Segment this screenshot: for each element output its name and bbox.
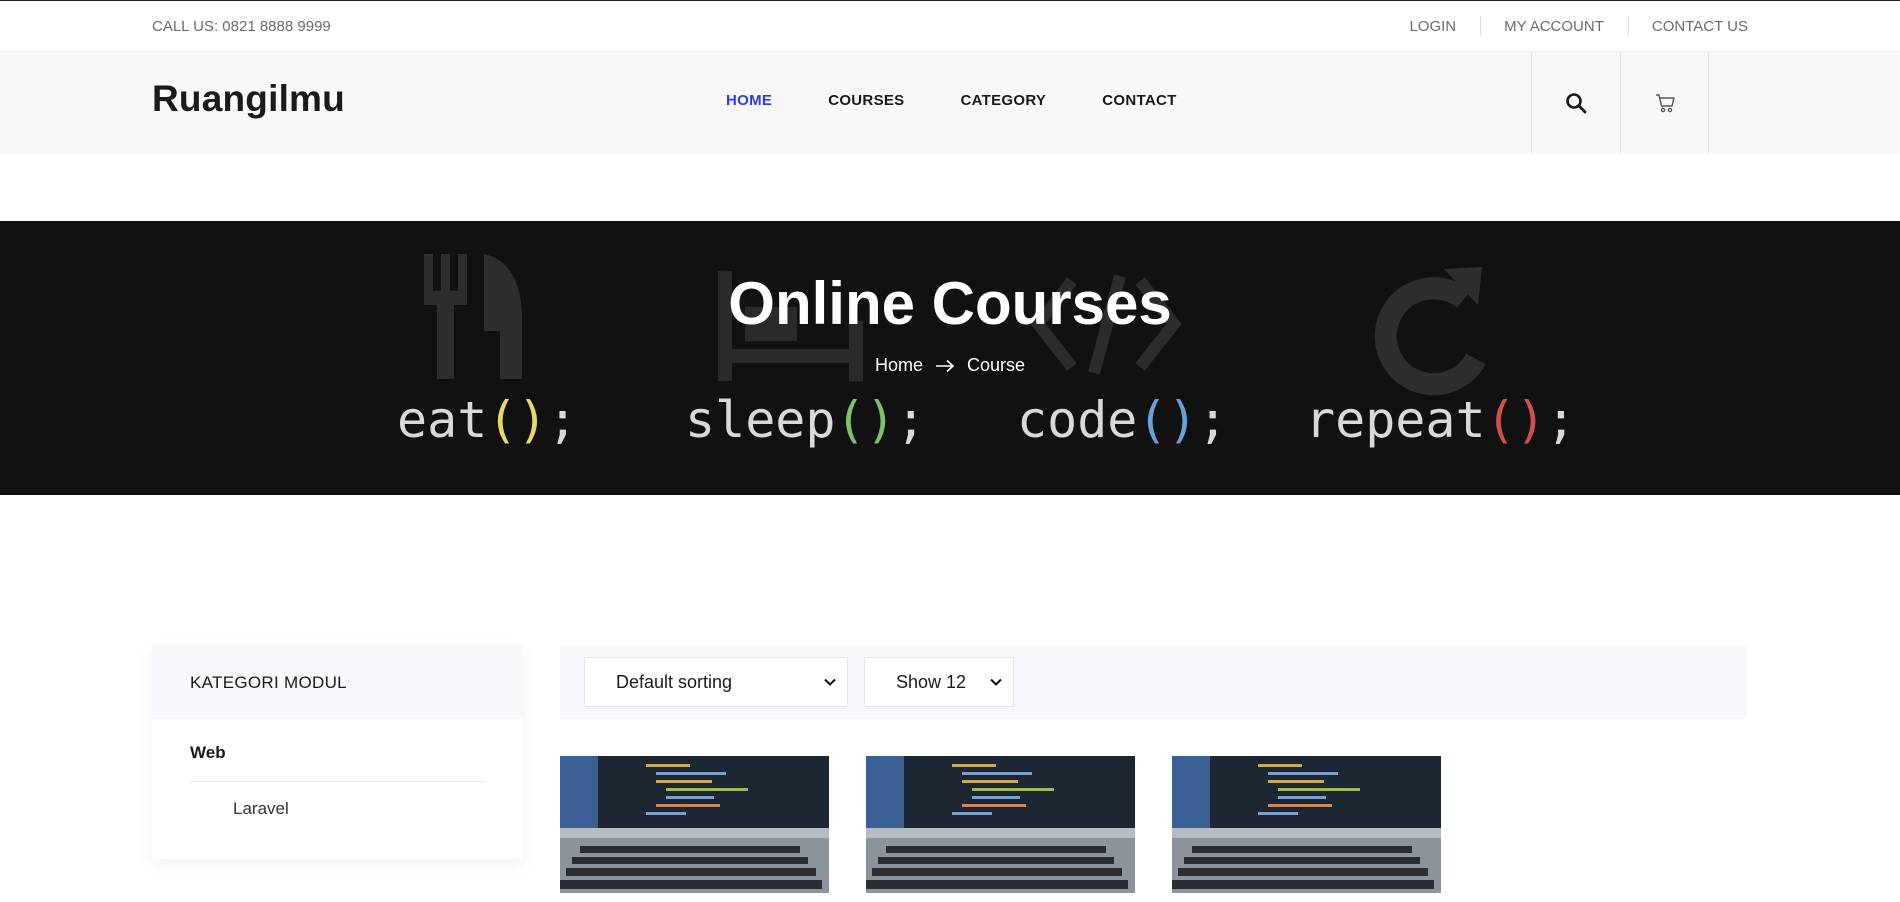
arrow-right-icon bbox=[935, 359, 955, 373]
my-account-link[interactable]: MY ACCOUNT bbox=[1480, 16, 1628, 36]
laptop-code-image bbox=[560, 756, 829, 893]
sort-select[interactable]: Default sorting bbox=[584, 657, 848, 707]
chevron-down-icon bbox=[990, 678, 1002, 686]
hero-bg-text-eat: eat(); bbox=[397, 391, 578, 449]
chevron-down-icon bbox=[824, 678, 836, 686]
hero-banner: eat(); sleep(); code(); repeat(); Online… bbox=[0, 221, 1900, 495]
course-thumbnail[interactable] bbox=[866, 756, 1135, 893]
course-toolbar: Default sorting Show 12 bbox=[560, 645, 1747, 719]
contact-us-link[interactable]: CONTACT US bbox=[1627, 16, 1748, 36]
subcategory-laravel[interactable]: Laravel bbox=[233, 799, 289, 819]
phone-number: CALL US: 0821 8888 9999 bbox=[152, 18, 331, 35]
cart-icon bbox=[1655, 94, 1675, 113]
sort-select-value: Default sorting bbox=[616, 671, 733, 692]
show-count-select[interactable]: Show 12 bbox=[864, 657, 1014, 707]
main-nav: HOME COURSES CATEGORY CONTACT bbox=[726, 92, 1233, 109]
cart-button[interactable] bbox=[1620, 52, 1709, 154]
top-links: LOGIN MY ACCOUNT CONTACT US bbox=[1385, 16, 1748, 36]
breadcrumb-home[interactable]: Home bbox=[875, 355, 923, 376]
page-title: Online Courses bbox=[728, 270, 1172, 337]
laptop-code-image bbox=[866, 756, 1135, 893]
breadcrumb: Home Course bbox=[0, 355, 1900, 376]
category-web[interactable]: Web bbox=[190, 743, 226, 763]
category-sidebar: KATEGORI MODUL Web Laravel bbox=[152, 645, 523, 859]
hero-bg-text-repeat: repeat(); bbox=[1305, 391, 1576, 449]
nav-contact[interactable]: CONTACT bbox=[1102, 92, 1176, 109]
laptop-code-image bbox=[1172, 756, 1441, 893]
top-bar: CALL US: 0821 8888 9999 LOGIN MY ACCOUNT… bbox=[0, 0, 1900, 52]
login-link[interactable]: LOGIN bbox=[1385, 18, 1480, 35]
sidebar-heading: KATEGORI MODUL bbox=[152, 645, 523, 719]
divider bbox=[190, 781, 486, 782]
site-logo[interactable]: Ruangilmu bbox=[152, 78, 345, 120]
header-actions bbox=[1531, 52, 1709, 154]
search-icon bbox=[1566, 93, 1587, 114]
course-thumbnail[interactable] bbox=[560, 756, 829, 893]
nav-home[interactable]: HOME bbox=[726, 92, 772, 109]
search-button[interactable] bbox=[1531, 52, 1620, 154]
main-header: Ruangilmu HOME COURSES CATEGORY CONTACT bbox=[0, 52, 1900, 154]
nav-category[interactable]: CATEGORY bbox=[960, 92, 1046, 109]
nav-courses[interactable]: COURSES bbox=[828, 92, 904, 109]
show-count-value: Show 12 bbox=[896, 671, 967, 692]
hero-bg-text-sleep: sleep(); bbox=[685, 391, 926, 449]
course-thumbnail[interactable] bbox=[1172, 756, 1441, 893]
hero-bg-text-code: code(); bbox=[1017, 391, 1228, 449]
breadcrumb-current: Course bbox=[966, 355, 1026, 375]
